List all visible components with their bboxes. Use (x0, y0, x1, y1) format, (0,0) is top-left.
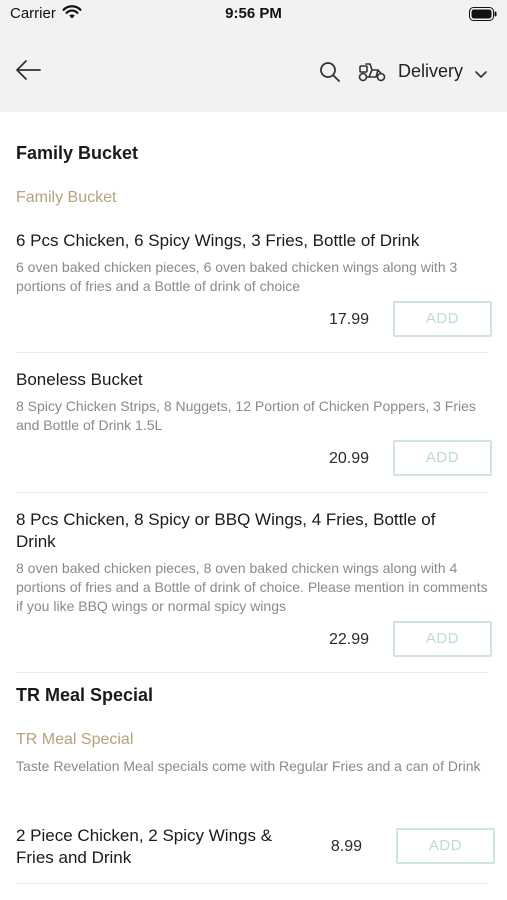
add-button[interactable]: ADD (393, 301, 492, 337)
item-name: Boneless Bucket (16, 370, 143, 389)
item-price: 8.99 (330, 838, 362, 855)
item-price: 22.99 (328, 631, 369, 648)
battery-icon (469, 7, 497, 26)
back-arrow-icon[interactable] (14, 58, 42, 87)
scooter-icon[interactable] (357, 59, 387, 88)
item-description: 6 oven baked chicken pieces, 6 oven bake… (16, 259, 458, 294)
item-price: 20.99 (328, 450, 369, 467)
item-name: 8 Pcs Chicken, 8 Spicy or BBQ Wings, 4 F… (16, 510, 436, 551)
delivery-mode-selector[interactable]: Delivery (398, 61, 463, 82)
category-title: Family Bucket (16, 143, 139, 163)
add-button[interactable]: ADD (393, 621, 492, 657)
item-name: 6 Pcs Chicken, 6 Spicy Wings, 3 Fries, B… (16, 231, 420, 250)
divider (16, 672, 488, 673)
status-bar: Carrier 9:56 PM (0, 0, 507, 30)
status-time: 9:56 PM (225, 5, 282, 22)
item-description: 8 Spicy Chicken Strips, 8 Nuggets, 12 Po… (16, 398, 476, 433)
item-description: 8 oven baked chicken pieces, 8 oven bake… (16, 560, 488, 614)
divider (16, 492, 488, 493)
category-description: Taste Revelation Meal specials come with… (16, 758, 481, 774)
add-button[interactable]: ADD (393, 440, 492, 476)
search-icon[interactable] (318, 60, 342, 89)
category-subtitle: Family Bucket (16, 189, 117, 206)
item-price: 17.99 (328, 311, 369, 328)
divider (16, 883, 488, 884)
nav-bar: Delivery (0, 30, 507, 112)
chevron-down-icon[interactable] (474, 67, 488, 85)
category-title: TR Meal Special (16, 685, 154, 705)
add-button[interactable]: ADD (396, 828, 495, 864)
category-subtitle: TR Meal Special (16, 731, 134, 748)
item-name: 2 Piece Chicken, 2 Spicy Wings & Fries a… (16, 826, 273, 867)
divider (16, 352, 488, 353)
